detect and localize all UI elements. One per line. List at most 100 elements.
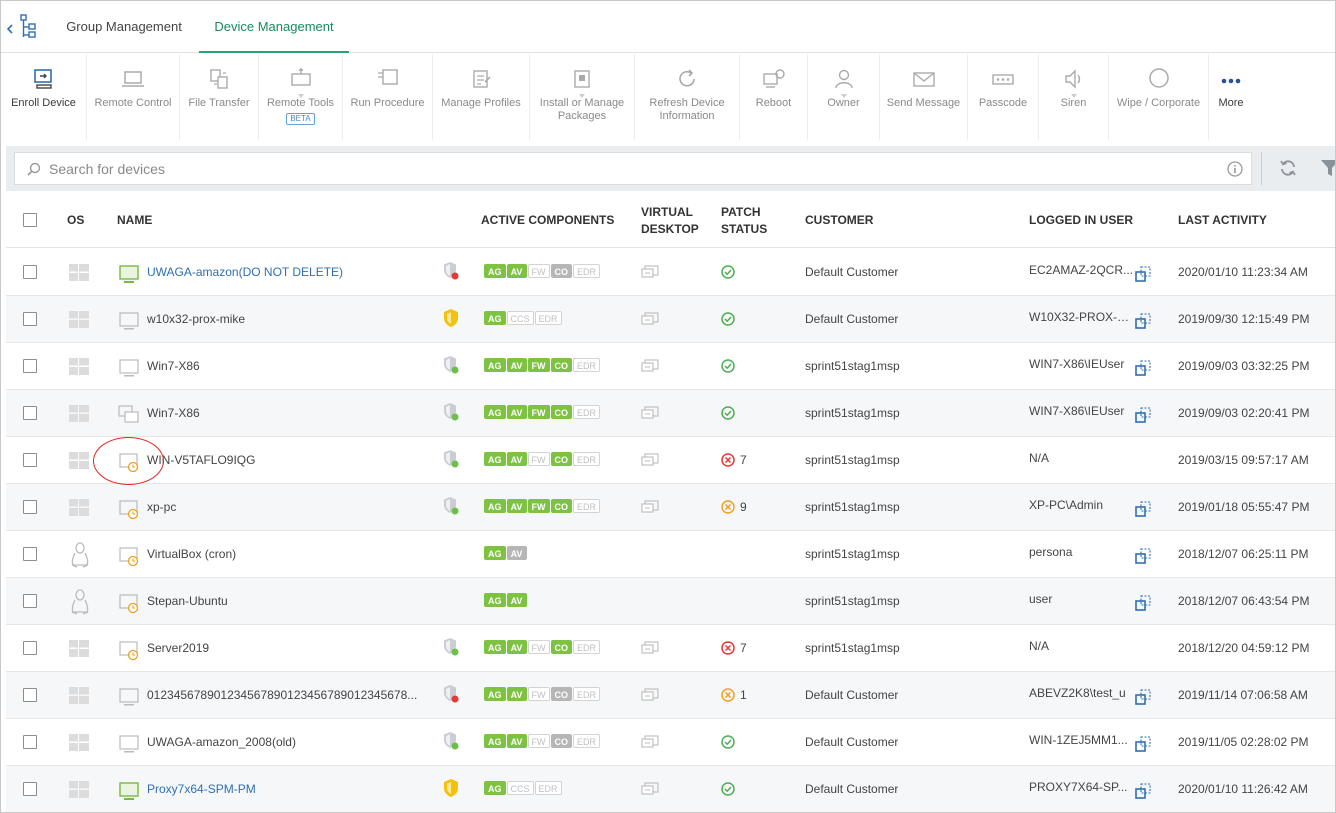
- row-checkbox[interactable]: [23, 359, 37, 373]
- virtual-desktop-icon[interactable]: [641, 500, 659, 514]
- device-name[interactable]: UWAGA-amazon_2008(old): [147, 719, 417, 766]
- column-name[interactable]: NAME: [117, 212, 152, 229]
- row-checkbox[interactable]: [23, 641, 37, 655]
- remote-session-icon[interactable]: [1135, 360, 1151, 376]
- info-icon[interactable]: [1227, 161, 1243, 177]
- column-patch-status-line1[interactable]: PATCH: [721, 204, 761, 221]
- virtual-desktop-icon[interactable]: [641, 641, 659, 655]
- device-name[interactable]: Stepan-Ubuntu: [147, 578, 417, 625]
- device-name[interactable]: 012345678901234567890123456789012345678.…: [147, 672, 417, 719]
- remote-session-icon[interactable]: [1135, 407, 1151, 423]
- device-name[interactable]: Server2019: [147, 625, 417, 672]
- search-input[interactable]: [49, 153, 1209, 184]
- table-row[interactable]: 012345678901234567890123456789012345678.…: [6, 672, 1335, 719]
- patch-status[interactable]: [721, 312, 740, 328]
- siren-button[interactable]: Siren: [1039, 54, 1109, 140]
- filter-icon[interactable]: [1320, 157, 1336, 179]
- table-row[interactable]: UWAGA-amazon(DO NOT DELETE) AG AV FW CO EDR De…: [6, 249, 1335, 296]
- remote-session-icon[interactable]: [1135, 548, 1151, 564]
- back-to-tree-icon[interactable]: [7, 13, 41, 41]
- row-checkbox[interactable]: [23, 735, 37, 749]
- patch-status[interactable]: 7: [721, 641, 747, 657]
- tab-device-management[interactable]: Device Management: [199, 1, 349, 53]
- run-procedure-button[interactable]: Run Procedure: [343, 54, 433, 140]
- row-checkbox[interactable]: [23, 265, 37, 279]
- refresh-device-information-button[interactable]: Refresh Device Information: [635, 54, 740, 140]
- column-customer[interactable]: CUSTOMER: [805, 212, 873, 229]
- owner-button[interactable]: Owner: [808, 54, 880, 140]
- remote-session-icon[interactable]: [1135, 501, 1151, 517]
- install-packages-button[interactable]: Install or Manage Packages: [530, 54, 635, 140]
- remote-session-icon[interactable]: [1135, 783, 1151, 799]
- remote-session-icon[interactable]: [1135, 689, 1151, 705]
- virtual-desktop-icon[interactable]: [641, 688, 659, 702]
- table-row[interactable]: Stepan-Ubuntu AG AV sprint51stag1msp user 201…: [6, 578, 1335, 625]
- row-checkbox[interactable]: [23, 688, 37, 702]
- device-name-link[interactable]: Proxy7x64-SPM-PM: [147, 766, 417, 812]
- device-name-link[interactable]: UWAGA-amazon(DO NOT DELETE): [147, 249, 417, 296]
- device-name[interactable]: VirtualBox (cron): [147, 531, 417, 578]
- patch-status[interactable]: [721, 406, 740, 422]
- device-name[interactable]: w10x32-prox-mike: [147, 296, 417, 343]
- column-last-activity[interactable]: LAST ACTIVITY: [1178, 212, 1267, 229]
- column-virtual-desktop-line1[interactable]: VIRTUAL: [641, 204, 693, 221]
- refresh-list-icon[interactable]: [1278, 158, 1298, 178]
- row-checkbox[interactable]: [23, 500, 37, 514]
- column-patch-status-line2[interactable]: STATUS: [721, 221, 767, 238]
- file-transfer-button[interactable]: File Transfer: [180, 54, 259, 140]
- virtual-desktop-icon[interactable]: [641, 735, 659, 749]
- manage-profiles-button[interactable]: Manage Profiles: [433, 54, 530, 140]
- virtual-desktop-icon[interactable]: [641, 406, 659, 420]
- row-checkbox[interactable]: [23, 312, 37, 326]
- passcode-button[interactable]: Passcode: [968, 54, 1039, 140]
- patch-status[interactable]: [721, 265, 740, 281]
- table-row[interactable]: Server2019 AG AV FW CO EDR 7 sprint51stag1msp N/…: [6, 625, 1335, 672]
- virtual-desktop-icon[interactable]: [641, 359, 659, 373]
- table-row[interactable]: WIN-V5TAFLO9IQG AG AV FW CO EDR 7 sprint51stag1…: [6, 437, 1335, 484]
- patch-status[interactable]: 1: [721, 688, 747, 704]
- row-checkbox[interactable]: [23, 782, 37, 796]
- virtual-desktop-icon[interactable]: [641, 453, 659, 467]
- table-row[interactable]: w10x32-prox-mike AG CCS EDR Default Customer…: [6, 296, 1335, 343]
- patch-status[interactable]: [721, 359, 740, 375]
- remote-session-icon[interactable]: [1135, 266, 1151, 282]
- select-all-checkbox[interactable]: [23, 213, 37, 227]
- column-os[interactable]: OS: [67, 212, 84, 229]
- table-row[interactable]: UWAGA-amazon_2008(old) AG AV FW CO EDR Default…: [6, 719, 1335, 766]
- row-checkbox[interactable]: [23, 453, 37, 467]
- more-button[interactable]: More: [1209, 54, 1253, 140]
- virtual-desktop-icon[interactable]: [641, 312, 659, 326]
- patch-status[interactable]: [721, 782, 740, 798]
- table-row[interactable]: Win7-X86 AG AV FW CO EDR sprint51stag1msp WIN7-…: [6, 390, 1335, 437]
- virtual-desktop-icon[interactable]: [641, 265, 659, 279]
- wipe-corporate-button[interactable]: Wipe / Corporate: [1109, 54, 1209, 140]
- column-active-components[interactable]: ACTIVE COMPONENTS: [481, 212, 614, 229]
- table-row[interactable]: xp-pc AG AV FW CO EDR 9 sprint51stag1msp XP-PC\A…: [6, 484, 1335, 531]
- multi-device-icon: [118, 405, 139, 423]
- virtual-desktop-icon[interactable]: [641, 782, 659, 796]
- send-message-button[interactable]: Send Message: [880, 54, 968, 140]
- tab-group-management[interactable]: Group Management: [53, 1, 195, 53]
- patch-status[interactable]: 7: [721, 453, 747, 469]
- enroll-device-button[interactable]: Enroll Device: [1, 54, 87, 140]
- device-name[interactable]: xp-pc: [147, 484, 417, 531]
- remote-session-icon[interactable]: [1135, 595, 1151, 611]
- device-name[interactable]: WIN-V5TAFLO9IQG: [147, 437, 417, 484]
- table-row[interactable]: VirtualBox (cron) AG AV sprint51stag1msp per…: [6, 531, 1335, 578]
- row-checkbox[interactable]: [23, 547, 37, 561]
- patch-status[interactable]: 9: [721, 500, 747, 516]
- reboot-button[interactable]: Reboot: [740, 54, 808, 140]
- remote-session-icon[interactable]: [1135, 313, 1151, 329]
- remote-control-button[interactable]: Remote Control: [87, 54, 180, 140]
- patch-status[interactable]: [721, 735, 740, 751]
- column-logged-in-user[interactable]: LOGGED IN USER: [1029, 212, 1133, 229]
- remote-tools-button[interactable]: Remote Tools BETA: [259, 54, 343, 140]
- device-name[interactable]: Win7-X86: [147, 390, 417, 437]
- remote-session-icon[interactable]: [1135, 736, 1151, 752]
- table-row[interactable]: Win7-X86 AG AV FW CO EDR sprint51stag1msp WIN7-…: [6, 343, 1335, 390]
- column-virtual-desktop-line2[interactable]: DESKTOP: [641, 221, 699, 238]
- table-row[interactable]: Proxy7x64-SPM-PM AG CCS EDR Default Customer…: [6, 766, 1335, 812]
- device-name[interactable]: Win7-X86: [147, 343, 417, 390]
- row-checkbox[interactable]: [23, 406, 37, 420]
- row-checkbox[interactable]: [23, 594, 37, 608]
